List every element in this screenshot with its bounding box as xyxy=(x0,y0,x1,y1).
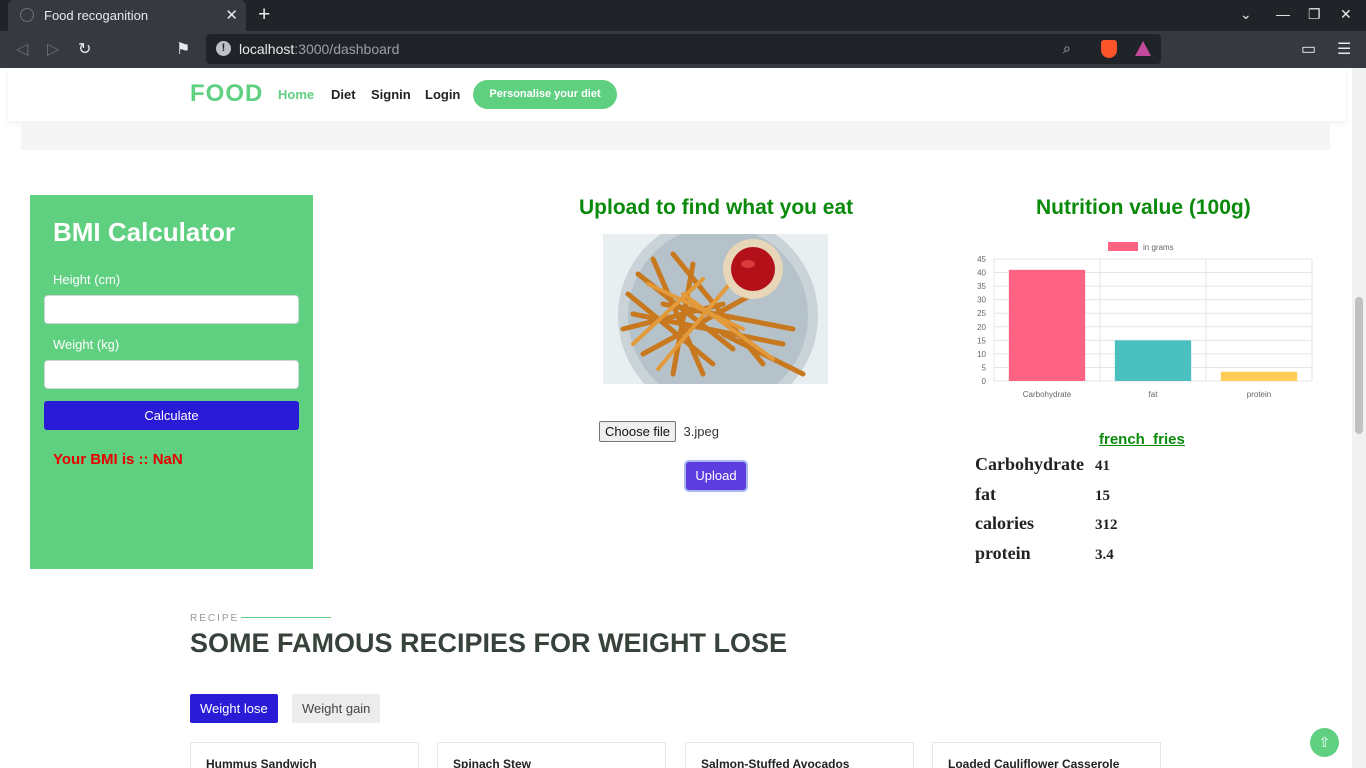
nutrition-title: Nutrition value (100g) xyxy=(1036,196,1251,219)
nav-diet[interactable]: Diet xyxy=(331,87,356,102)
nutrient-value: 3.4 xyxy=(1095,547,1114,563)
site-logo[interactable]: FOOD xyxy=(190,80,263,108)
y-tick-label: 15 xyxy=(977,336,986,345)
food-name-link[interactable]: french_fries xyxy=(1099,431,1185,448)
tab-search-icon[interactable]: ⌄ xyxy=(1240,6,1252,23)
wallet-icon[interactable]: ▭ xyxy=(1301,39,1316,59)
recipe-card[interactable]: Spinach Stew xyxy=(437,742,666,768)
header-band xyxy=(21,121,1330,150)
reload-icon[interactable]: ↻ xyxy=(78,39,91,59)
nutrition-row-carbohydrate: Carbohydrate 41 xyxy=(975,454,1110,475)
browser-tab[interactable]: Food recoganition ✕ xyxy=(8,0,246,31)
recipe-heading: SOME FAMOUS RECIPIES FOR WEIGHT LOSE xyxy=(190,628,788,658)
file-name: 3.jpeg xyxy=(683,424,719,439)
back-to-top-icon[interactable]: ⇧ xyxy=(1310,728,1339,757)
tab-close-icon[interactable]: ✕ xyxy=(225,6,238,24)
nutrition-row-calories: calories 312 xyxy=(975,513,1118,534)
nutrient-value: 41 xyxy=(1095,458,1110,474)
chart-bar xyxy=(1220,371,1298,381)
maximize-icon[interactable]: ❐ xyxy=(1308,6,1321,23)
nutrient-name: protein xyxy=(975,543,1031,563)
bmi-calculator-card: BMI Calculator Height (cm) Weight (kg) C… xyxy=(30,195,313,569)
nutrient-name: fat xyxy=(975,484,996,504)
food-image xyxy=(603,234,828,384)
y-tick-label: 25 xyxy=(977,309,986,318)
bookmark-icon[interactable]: ⚑ xyxy=(176,39,190,59)
y-tick-label: 45 xyxy=(977,255,986,264)
chart-bar xyxy=(1008,269,1086,381)
close-window-icon[interactable]: ✕ xyxy=(1340,6,1352,23)
favicon-icon xyxy=(20,8,34,22)
nutrition-row-fat: fat 15 xyxy=(975,484,1110,505)
y-tick-label: 35 xyxy=(977,282,986,291)
x-tick-label: protein xyxy=(1247,390,1271,399)
address-bar[interactable]: ! localhost:3000/dashboard ⌕ xyxy=(206,34,1161,64)
bmi-result: Your BMI is :: NaN xyxy=(53,451,183,468)
nutrition-row-protein: protein 3.4 xyxy=(975,543,1114,564)
y-tick-label: 30 xyxy=(977,296,986,305)
nutrient-value: 312 xyxy=(1095,517,1118,533)
nutrient-name: calories xyxy=(975,513,1034,533)
recipe-tag: RECIPE xyxy=(190,613,240,624)
height-label: Height (cm) xyxy=(53,272,121,287)
y-tick-label: 10 xyxy=(977,350,986,359)
nutrient-name: Carbohydrate xyxy=(975,454,1084,474)
url-text: localhost:3000/dashboard xyxy=(239,41,400,57)
weight-input[interactable] xyxy=(44,360,299,389)
personalise-diet-button[interactable]: Personalise your diet xyxy=(473,80,617,109)
minimize-icon[interactable]: — xyxy=(1276,6,1290,22)
nav-signin[interactable]: Signin xyxy=(371,87,411,102)
height-input[interactable] xyxy=(44,295,299,324)
nav-home[interactable]: Home xyxy=(278,87,314,102)
recipe-card-title: Salmon-Stuffed Avocados xyxy=(701,757,850,768)
recipe-card-title: Loaded Cauliflower Casserole xyxy=(948,757,1120,768)
page-scrollbar[interactable] xyxy=(1352,68,1366,768)
x-tick-label: Carbohydrate xyxy=(1023,390,1072,399)
bmi-title: BMI Calculator xyxy=(53,217,236,247)
new-tab-icon[interactable]: + xyxy=(258,3,270,27)
brave-rewards-icon[interactable] xyxy=(1135,41,1151,56)
menu-icon[interactable]: ☰ xyxy=(1337,39,1351,59)
site-info-icon[interactable]: ! xyxy=(216,41,231,56)
scrollbar-thumb[interactable] xyxy=(1355,297,1363,434)
recipe-card[interactable]: Salmon-Stuffed Avocados xyxy=(685,742,914,768)
browser-tab-bar: Food recoganition ✕ + ⌄ — ❐ ✕ xyxy=(0,0,1366,31)
page-viewport: FOOD Home Diet Signin Login Personalise … xyxy=(0,68,1366,768)
legend-swatch xyxy=(1108,242,1138,251)
forward-icon[interactable]: ▷ xyxy=(47,39,59,59)
recipe-card[interactable]: Hummus Sandwich xyxy=(190,742,419,768)
tab-weight-gain[interactable]: Weight gain xyxy=(292,694,381,723)
brave-shields-icon[interactable] xyxy=(1101,40,1117,58)
browser-toolbar: ◁ ▷ ↻ ⚑ ! localhost:3000/dashboard ⌕ ▭ ☰ xyxy=(0,31,1366,68)
tab-title: Food recoganition xyxy=(44,8,149,23)
nutrient-value: 15 xyxy=(1095,488,1110,504)
weight-label: Weight (kg) xyxy=(53,337,120,352)
file-input[interactable]: Choose file 3.jpeg xyxy=(599,421,719,442)
y-tick-label: 40 xyxy=(977,269,986,278)
y-tick-label: 20 xyxy=(977,323,986,332)
recipe-card[interactable]: Loaded Cauliflower Casserole xyxy=(932,742,1161,768)
legend-label: in grams xyxy=(1143,243,1174,252)
back-icon[interactable]: ◁ xyxy=(16,39,28,59)
calculate-button[interactable]: Calculate xyxy=(44,401,299,430)
tab-weight-lose[interactable]: Weight lose xyxy=(190,694,278,723)
upload-button[interactable]: Upload xyxy=(684,460,748,492)
choose-file-button[interactable]: Choose file xyxy=(599,421,677,442)
chart-bar xyxy=(1114,340,1192,381)
zoom-icon[interactable]: ⌕ xyxy=(1063,40,1071,57)
y-tick-label: 5 xyxy=(982,363,987,372)
upload-title: Upload to find what you eat xyxy=(579,196,854,219)
nav-login[interactable]: Login xyxy=(425,87,460,102)
recipe-tag-line xyxy=(241,617,331,618)
x-tick-label: fat xyxy=(1149,390,1159,399)
site-header: FOOD Home Diet Signin Login Personalise … xyxy=(8,68,1345,121)
recipe-card-title: Hummus Sandwich xyxy=(206,757,317,768)
nutrition-chart: in grams 0 5 10 15 20 25 30 35 40 45 Carbohydrate fa… xyxy=(977,242,1313,399)
y-tick-label: 0 xyxy=(982,377,987,386)
recipe-card-title: Spinach Stew xyxy=(453,757,532,768)
